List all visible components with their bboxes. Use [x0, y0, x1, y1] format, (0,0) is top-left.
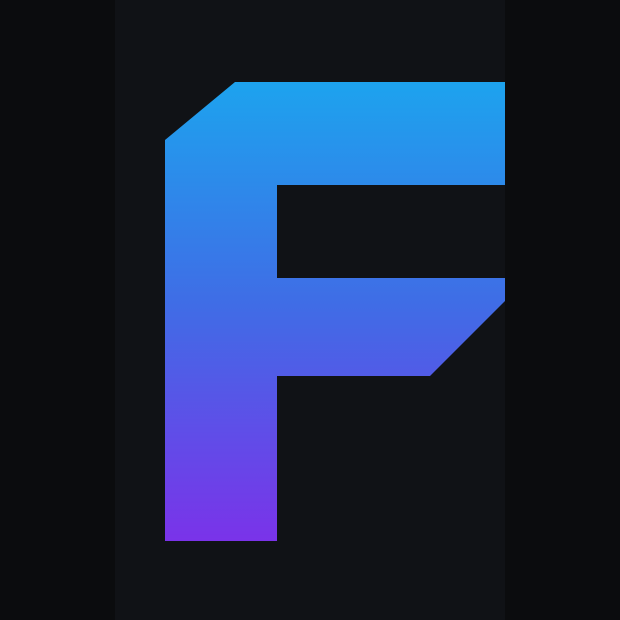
app-logo-screen — [0, 0, 620, 620]
letter-f-logo-icon — [165, 82, 505, 541]
letter-f-shape — [165, 82, 505, 541]
